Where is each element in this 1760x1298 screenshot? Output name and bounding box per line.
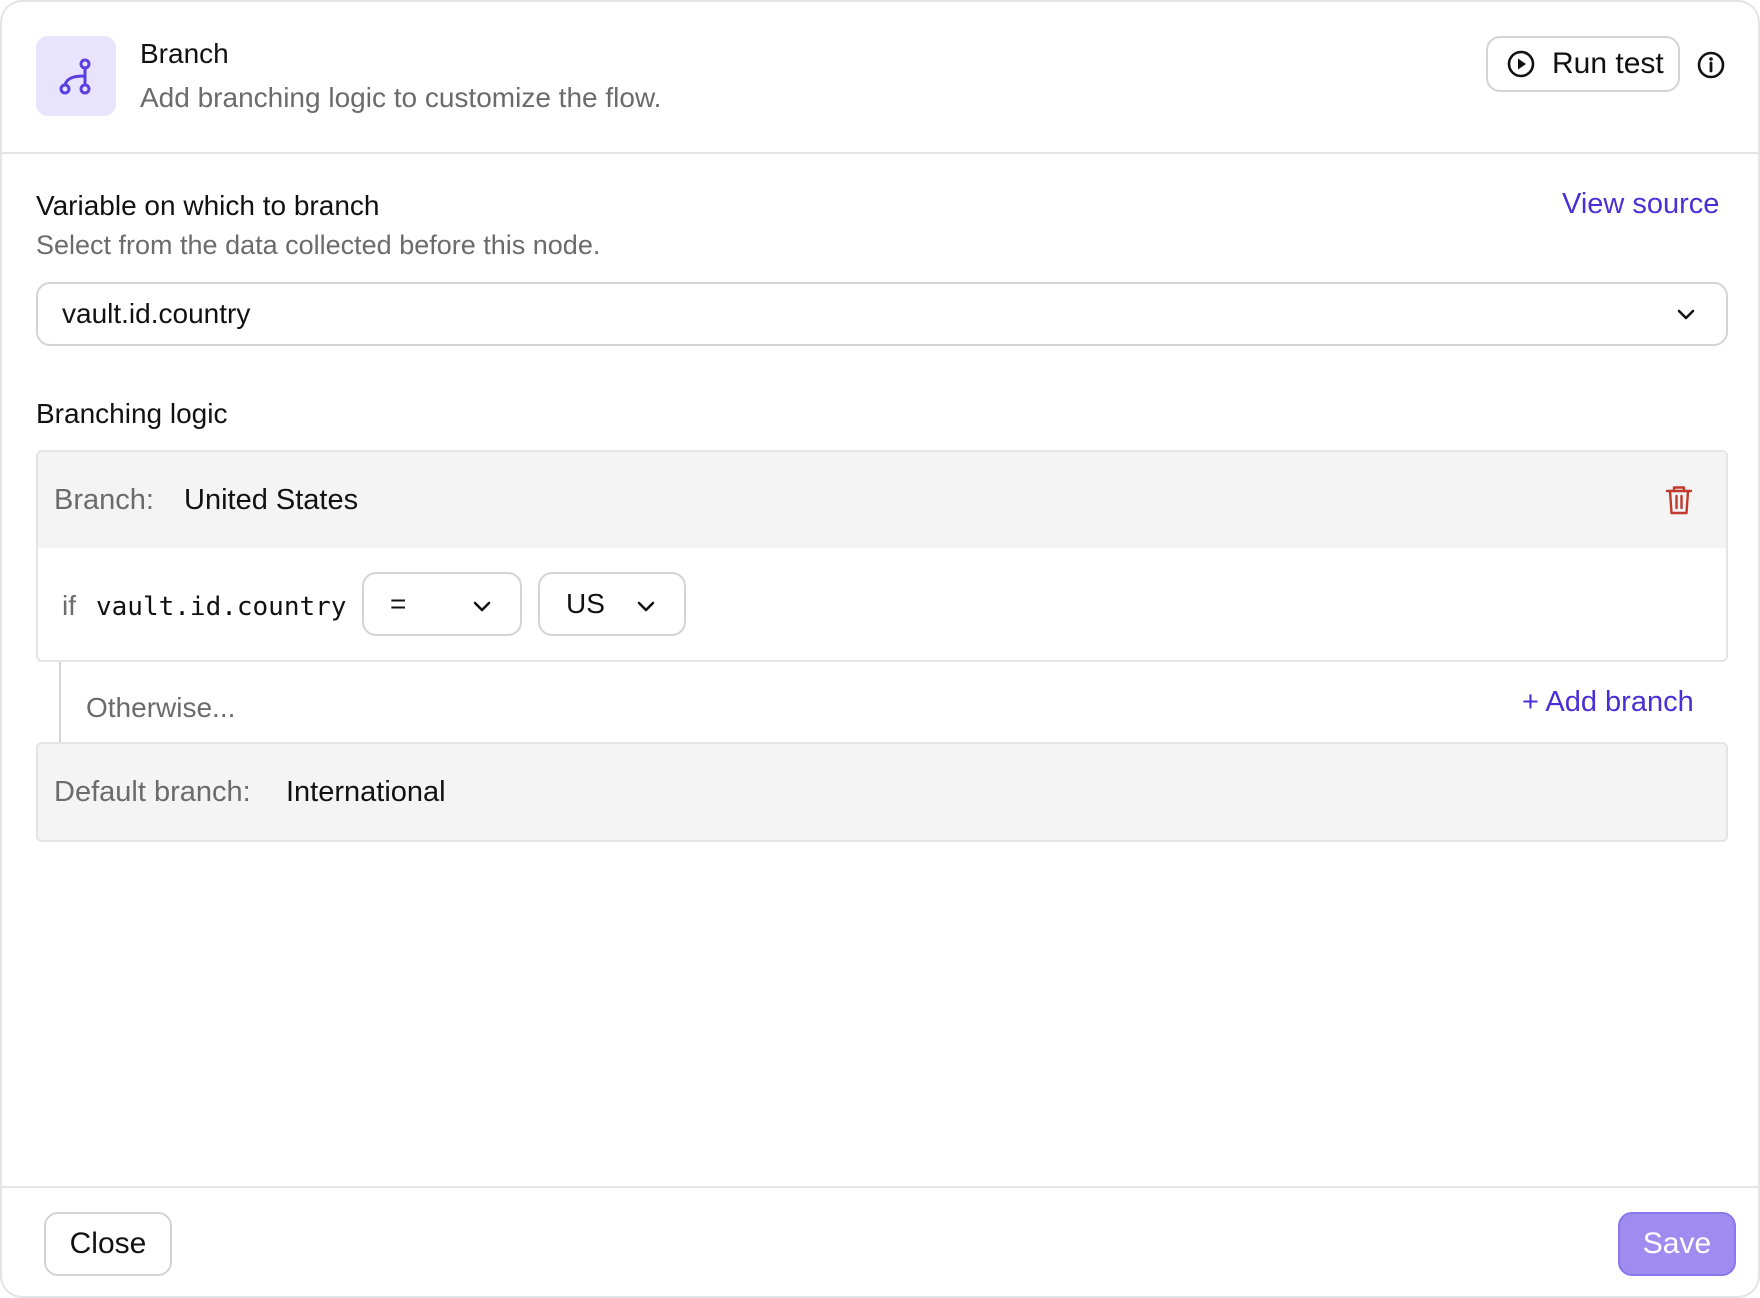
branch-card: Branch: United States if vault.id.countr… (36, 450, 1728, 662)
save-label: Save (1642, 1227, 1712, 1260)
close-label: Close (69, 1227, 147, 1260)
trash-icon[interactable] (1664, 484, 1694, 516)
panel-header: Branch Add branching logic to customize … (2, 2, 1758, 154)
branch-name[interactable]: United States (184, 484, 358, 517)
condition-value: US (566, 588, 605, 619)
play-circle-icon (1507, 50, 1535, 78)
chevron-down-icon (637, 601, 655, 612)
chevron-down-icon (1677, 309, 1695, 320)
branch-node-panel: Branch Add branching logic to customize … (0, 0, 1760, 1298)
chevron-down-icon (473, 601, 491, 612)
default-branch-key-label: Default branch: (54, 776, 251, 808)
branch-icon (36, 36, 116, 116)
default-branch-card: Default branch: International (36, 742, 1728, 842)
variable-section-subtitle: Select from the data collected before th… (36, 230, 601, 260)
view-source-link[interactable]: View source (1562, 188, 1719, 221)
save-button[interactable]: Save (1618, 1212, 1736, 1276)
info-icon[interactable] (1696, 50, 1726, 80)
condition-if-label: if (62, 590, 76, 621)
value-select[interactable]: US (538, 572, 686, 636)
node-title: Branch (140, 38, 229, 69)
branch-header: Branch: United States (38, 452, 1726, 548)
node-subtitle: Add branching logic to customize the flo… (140, 82, 662, 113)
variable-select[interactable]: vault.id.country (36, 282, 1728, 346)
default-branch-name[interactable]: International (286, 776, 446, 809)
branch-key-label: Branch: (54, 484, 154, 516)
operator-value: = (390, 588, 407, 619)
close-button[interactable]: Close (44, 1212, 172, 1276)
variable-select-value: vault.id.country (62, 298, 251, 329)
branching-logic-title: Branching logic (36, 398, 228, 429)
run-test-button[interactable]: Run test (1486, 36, 1680, 92)
variable-section-title: Variable on which to branch (36, 190, 380, 221)
otherwise-label: Otherwise... (86, 692, 236, 723)
operator-select[interactable]: = (362, 572, 522, 636)
otherwise-connector (59, 662, 61, 742)
condition-variable: vault.id.country (96, 592, 347, 622)
panel-footer: Close Save (2, 1186, 1758, 1296)
add-branch-button[interactable]: + Add branch (1522, 686, 1694, 719)
run-test-label: Run test (1552, 47, 1664, 80)
